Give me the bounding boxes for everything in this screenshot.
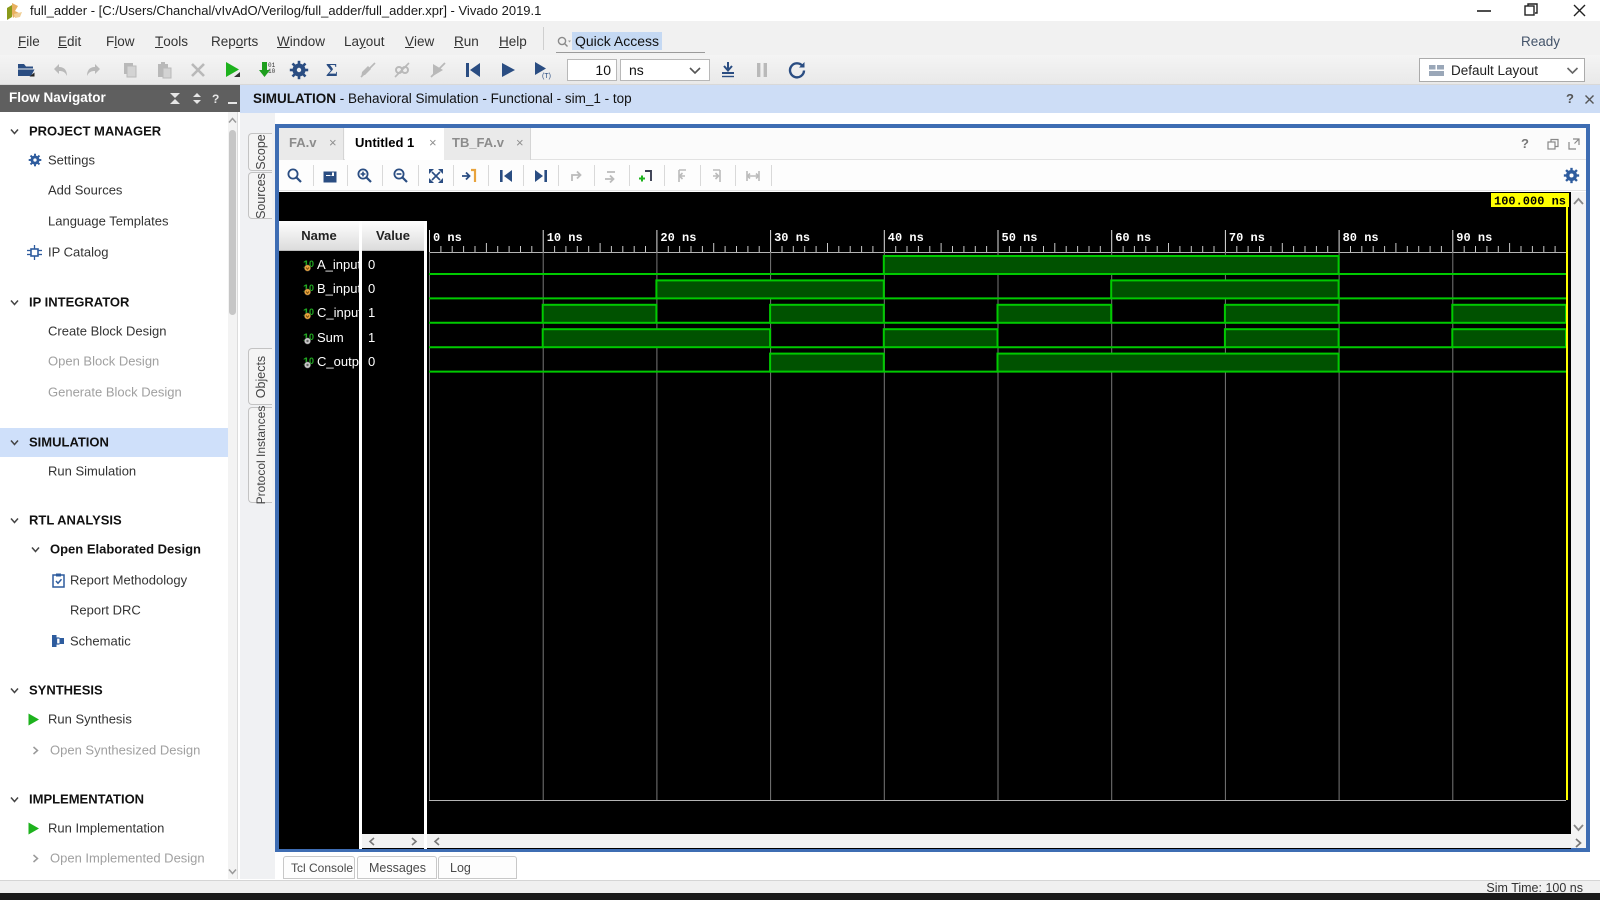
svg-text:90 ns: 90 ns: [1456, 231, 1492, 245]
svg-text:70 ns: 70 ns: [1229, 231, 1265, 245]
svg-text:Σ: Σ: [326, 60, 338, 80]
svg-text:?: ?: [212, 92, 219, 106]
svg-text:60 ns: 60 ns: [1115, 231, 1151, 245]
svg-text:(T): (T): [542, 73, 551, 80]
svg-text:10: 10: [268, 68, 276, 75]
svg-text:30 ns: 30 ns: [774, 231, 810, 245]
svg-text:0 ns: 0 ns: [433, 231, 462, 245]
svg-text:100.000 ns: 100.000 ns: [1494, 195, 1566, 209]
svg-text:40 ns: 40 ns: [888, 231, 924, 245]
svg-text:10 ns: 10 ns: [547, 231, 583, 245]
svg-text:50 ns: 50 ns: [1002, 231, 1038, 245]
svg-text:20 ns: 20 ns: [660, 231, 696, 245]
svg-text:80 ns: 80 ns: [1343, 231, 1379, 245]
